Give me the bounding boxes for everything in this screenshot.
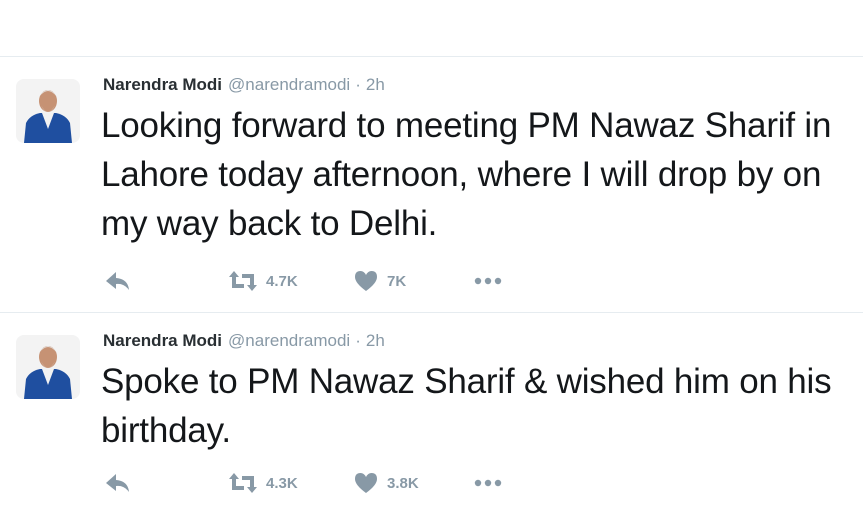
- tweet-text: Looking forward to meeting PM Nawaz Shar…: [101, 106, 832, 243]
- tweet[interactable]: Narendra Modi @narendramodi · 2h Looking fo…: [0, 56, 863, 313]
- avatar[interactable]: [16, 335, 80, 399]
- like-button[interactable]: 3.8K: [353, 471, 419, 495]
- retweet-count: 4.7K: [266, 272, 298, 290]
- heart-icon: [353, 471, 379, 495]
- tweet-text: Spoke to PM Nawaz Sharif & wished him on…: [101, 362, 832, 450]
- separator: ·: [355, 75, 361, 94]
- tweet-header: Narendra Modi @narendramodi · 2h: [103, 331, 385, 351]
- like-count: 7K: [387, 272, 407, 290]
- more-button[interactable]: [473, 471, 503, 495]
- heart-icon: [353, 269, 379, 293]
- author-handle[interactable]: @narendramodi: [228, 331, 350, 350]
- more-button[interactable]: [473, 269, 503, 293]
- author-handle[interactable]: @narendramodi: [228, 75, 350, 94]
- tweet[interactable]: Narendra Modi @narendramodi · 2h Spoke to P…: [0, 312, 863, 513]
- avatar[interactable]: [16, 79, 80, 143]
- separator: ·: [355, 331, 361, 350]
- retweet-icon: [228, 269, 258, 293]
- timestamp[interactable]: 2h: [366, 331, 385, 350]
- tweet-header: Narendra Modi @narendramodi · 2h: [103, 75, 385, 95]
- top-strip: [0, 0, 863, 56]
- more-icon: [473, 471, 503, 495]
- reply-button[interactable]: [103, 269, 131, 293]
- author-name[interactable]: Narendra Modi: [103, 75, 222, 94]
- retweet-button[interactable]: 4.3K: [228, 471, 298, 495]
- timestamp[interactable]: 2h: [366, 75, 385, 94]
- retweet-button[interactable]: 4.7K: [228, 269, 298, 293]
- reply-button[interactable]: [103, 471, 131, 495]
- reply-icon: [103, 269, 131, 293]
- author-name[interactable]: Narendra Modi: [103, 331, 222, 350]
- like-button[interactable]: 7K: [353, 269, 406, 293]
- retweet-count: 4.3K: [266, 474, 298, 492]
- retweet-icon: [228, 471, 258, 495]
- reply-icon: [103, 471, 131, 495]
- more-icon: [473, 269, 503, 293]
- like-count: 3.8K: [387, 474, 419, 492]
